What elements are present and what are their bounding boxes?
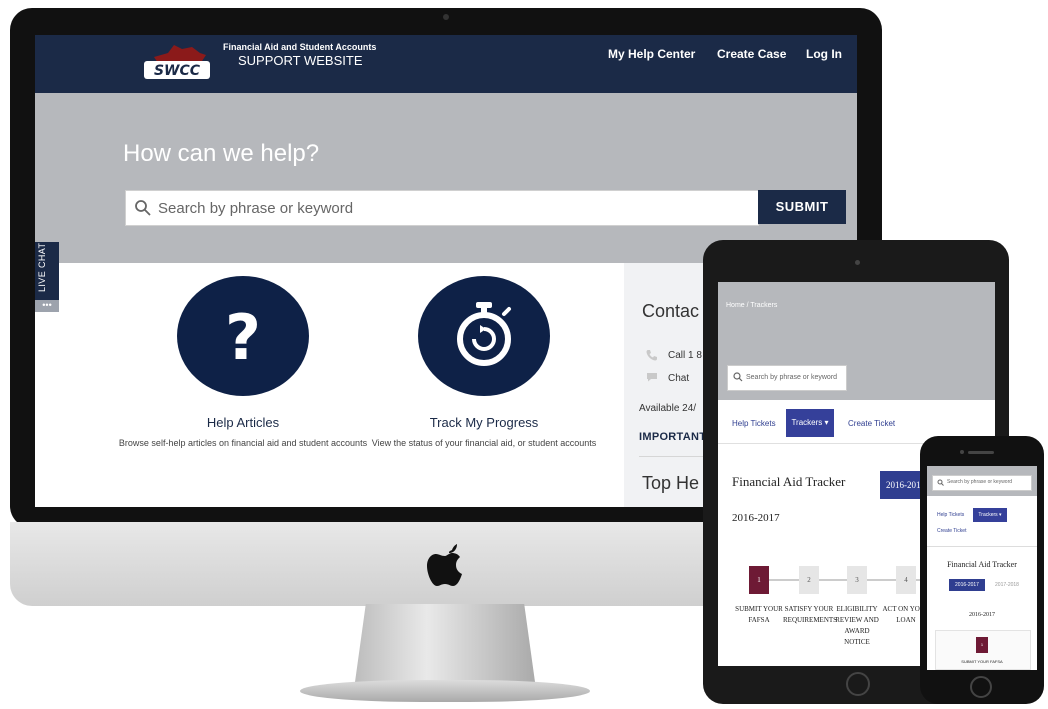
phone-tab-trackers[interactable]: Trackers ▾ [973,508,1007,522]
top-navbar: SWCC Financial Aid and Student Accounts … [35,35,857,93]
contact-title: Contac [642,301,700,321]
hero-title: How can we help? [123,140,320,167]
search-placeholder: Search by phrase or keyword [158,200,354,217]
phone-year-heading: 2016-2017 [969,612,995,618]
svg-text:?: ? [225,301,261,374]
brand-title: SUPPORT WEBSITE [238,53,363,68]
nav-log-in[interactable]: Log In [806,47,842,61]
phone-year-2016-button[interactable]: 2016-2017 [949,579,985,591]
tracker-step-3-label: ELIGIBILITY REVIEW AND AWARD NOTICE [835,605,879,646]
search-input[interactable]: Search by phrase or keyword [125,190,759,226]
phone-tab-help-tickets[interactable]: Help Tickets [937,512,964,518]
nav-create-case[interactable]: Create Case [717,47,786,61]
search-icon [937,479,944,486]
tracker-step-3[interactable]: 3 [847,566,867,594]
question-mark-icon: ? [225,301,261,374]
phone-tracker-step-1[interactable]: 1 [976,637,988,653]
live-chat-more-icon[interactable]: ••• [35,300,59,312]
contact-availability: Available 24/ [639,403,697,414]
live-chat-tab[interactable]: LIVE CHAT [35,242,59,300]
submit-button[interactable]: SUBMIT [758,190,846,224]
tablet-home-button [846,672,870,696]
phone-search-input[interactable]: Search by phrase or keyword [932,475,1032,491]
stopwatch-icon [457,302,511,366]
tracker-title: Financial Aid Tracker [732,474,846,489]
search-icon [733,372,743,382]
phone-speaker [968,451,994,454]
track-my-progress-title[interactable]: Track My Progress [374,415,594,430]
tablet-search-input[interactable]: Search by phrase or keyword [727,365,847,391]
imac-stand [355,604,535,682]
tracker-step-2[interactable]: 2 [799,566,819,594]
phone-year-2017-button[interactable]: 2017-2018 [989,579,1025,591]
track-my-progress-tile[interactable] [418,276,550,396]
tracker-step-1-label: SUBMIT YOUR FAFSA [735,605,783,624]
tablet-camera [855,260,860,265]
tracker-step-4[interactable]: 4 [896,566,916,594]
brand-subtitle: Financial Aid and Student Accounts [223,42,377,52]
phone-icon [646,350,657,361]
top-heading: Top He [642,473,700,493]
swcc-logo[interactable]: SWCC [140,41,214,83]
help-articles-description: Browse self-help articles on financial a… [118,438,368,448]
live-chat-label: LIVE CHAT [37,242,47,292]
tracker-step-2-label: SATISFY YOUR REQUIREMENTS [783,605,838,624]
chat-icon [647,373,657,382]
track-my-progress-description: View the status of your financial aid, o… [371,438,597,448]
breadcrumb[interactable]: Home / Trackers [726,302,777,309]
tab-trackers[interactable]: Trackers ▾ [786,409,834,437]
tracker-year-heading: 2016-2017 [732,512,780,524]
imac-stand-foot [300,680,590,702]
phone-tab-create-ticket[interactable]: Create Ticket [937,528,966,534]
logo-text: SWCC [154,63,201,79]
tab-help-tickets[interactable]: Help Tickets [732,419,776,428]
phone-screen: Search by phrase or keyword Help Tickets… [927,466,1037,670]
imac-camera [443,14,449,20]
phone-tracker-title: Financial Aid Tracker [947,560,1017,569]
tracker-step-1[interactable]: 1 [749,566,769,594]
contact-chat[interactable]: Chat [668,373,689,384]
phone-camera [960,450,964,454]
phone-tabs-divider [927,546,1037,547]
phone-search-placeholder: Search by phrase or keyword [947,479,1013,485]
hero-section: How can we help? Search by phrase or key… [35,93,857,263]
help-articles-title[interactable]: Help Articles [133,415,353,430]
phone-hero: Search by phrase or keyword [927,466,1037,496]
phone-tracker-step-1-label: SUBMIT YOUR FAFSA [961,659,1003,664]
contact-important: IMPORTANT [639,431,707,443]
apple-logo-icon [425,544,465,588]
search-icon [135,200,151,216]
tab-create-ticket[interactable]: Create Ticket [848,419,895,428]
tablet-hero: Home / Trackers Search by phrase or keyw… [718,282,995,400]
tablet-search-placeholder: Search by phrase or keyword [746,374,838,381]
contact-phone[interactable]: Call 1 8 [668,350,702,361]
nav-my-help-center[interactable]: My Help Center [608,47,695,61]
phone-home-button [970,676,992,698]
help-articles-tile[interactable]: ? [177,276,309,396]
